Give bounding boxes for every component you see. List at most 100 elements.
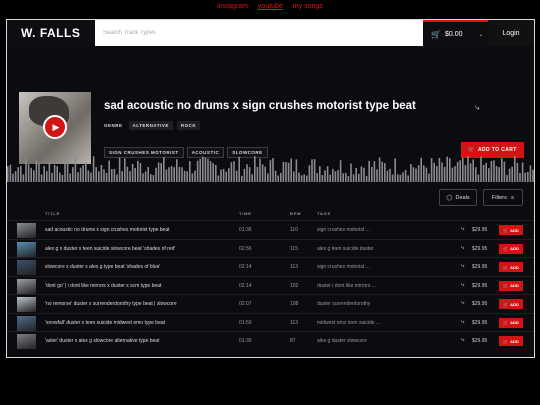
table-row[interactable]: 'aster' duster x alex g slowcore alterna… [7,331,534,350]
cart-total: $0.00 [444,30,463,38]
share-icon[interactable]: ⤷ [475,103,479,113]
table-row[interactable]: 'snowfall' duster x teen suicide midwest… [7,312,534,332]
genre-tag[interactable]: ALTERNATIVE [128,121,173,130]
share-icon[interactable]: ⤷ [461,300,464,307]
featured-title: sad acoustic no drums x sign crushes mot… [104,100,416,112]
table-row[interactable]: sad acoustic no drums x sign crushes mot… [7,220,534,239]
add-label: ADD [510,227,519,233]
table-header: TITLE TIME BPM TAGS [7,210,534,220]
track-list: sad acoustic no drums x sign crushes mot… [7,220,534,350]
add-button[interactable]: 🛒 ADD [499,317,523,328]
col-bpm: BPM [290,211,302,216]
login-button[interactable]: Login [488,20,534,46]
cart-icon: 🛒 [503,264,509,270]
instagram-link[interactable]: instagram [217,3,248,10]
track-title[interactable]: alex g x duster x teen suicide slowcore … [45,246,235,252]
track-price: $29.95 [472,338,488,344]
store-frame: W. FALLS 🛒 $0.00 ⌄ Login ▶ sad acoustic … [6,19,535,358]
add-button[interactable]: 🛒 ADD [499,336,523,346]
deals-button[interactable]: ◯ Deals [439,189,477,206]
add-button[interactable]: 🛒 ADD [499,299,523,309]
table-row[interactable]: alex g x duster x teen suicide slowcore … [7,238,534,258]
add-button[interactable]: 🛒 ADD [499,225,523,235]
track-title[interactable]: 'no remorse' duster x surrenderdorothy t… [45,301,235,307]
track-tags[interactable]: alex g duster slowcore [317,338,387,344]
track-bpm: 113 [290,264,298,270]
genre-tag[interactable]: ROCK [176,121,201,130]
add-button[interactable]: 🛒 ADD [499,243,523,254]
track-bpm: 115 [290,245,298,252]
filters-label: Filters [491,194,507,201]
share-icon[interactable]: ⤷ [461,337,464,344]
filters-button[interactable]: Filters ≡ [483,189,523,206]
track-tags[interactable]: duster i dont like mirrors ... [317,283,387,289]
track-price: $29.95 [472,319,488,326]
track-thumbnail[interactable] [17,260,36,275]
cart-icon: 🛒 [503,283,509,288]
table-row[interactable]: 'dont go' | i dont like mirrors x duster… [7,275,534,295]
share-icon[interactable]: ⤷ [461,319,464,326]
track-title[interactable]: slowcore x duster x alex g type beat 'sh… [45,264,235,270]
toolbar: ◯ Deals Filters ≡ [7,179,534,209]
add-to-cart-label: ADD TO CART [477,147,517,153]
my-songs-link[interactable]: my songs [293,3,323,10]
track-thumbnail[interactable] [17,315,36,331]
track-thumbnail[interactable] [17,241,36,257]
track-title[interactable]: sad acoustic no drums x sign crushes mot… [45,227,235,233]
track-title[interactable]: 'aster' duster x alex g slowcore alterna… [45,338,235,344]
track-time: 01:59 [239,319,252,326]
track-tags[interactable]: midwest emo teen suicide ... [317,320,387,326]
track-bpm: 108 [290,301,299,307]
track-time: 02:14 [239,282,252,289]
share-icon[interactable]: ⤷ [461,282,464,289]
table-row[interactable]: 'no remorse' duster x surrenderdorothy t… [7,294,534,313]
add-button[interactable]: 🛒 ADD [499,280,523,291]
add-label: ADD [510,338,519,344]
track-thumbnail[interactable] [17,223,36,238]
play-icon[interactable]: ▶ [43,115,67,139]
track-time: 02:56 [239,245,252,252]
waveform[interactable] [7,154,534,182]
track-tags[interactable]: duster surrenderdorothy [317,301,387,307]
share-icon[interactable]: ⤷ [461,226,464,233]
youtube-link[interactable]: youtube [258,3,283,10]
track-thumbnail[interactable] [17,278,36,294]
track-thumbnail[interactable] [17,334,36,349]
logo[interactable]: W. FALLS [21,26,80,40]
track-title[interactable]: 'dont go' | i dont like mirrors x duster… [45,283,235,289]
share-icon[interactable]: ⤷ [461,263,464,270]
track-price: $29.95 [472,245,488,252]
add-button[interactable]: 🛒 ADD [499,262,523,272]
tag-icon: ◯ [446,194,453,201]
cart-icon: 🛒 [431,29,441,39]
cart-icon: 🛒 [503,338,509,344]
track-tags[interactable]: sign crushes motorist ... [317,227,387,233]
track-time: 01:36 [239,227,252,233]
track-price: $29.95 [472,264,488,270]
track-tags[interactable]: alex g teen suicide duster [317,246,387,252]
genre-row: GENRE ALTERNATIVE ROCK [104,121,201,130]
featured-track: ▶ sad acoustic no drums x sign crushes m… [7,46,534,182]
cart-icon: 🛒 [503,320,509,325]
cart-icon: 🛒 [503,246,509,251]
track-time: 02:07 [239,301,252,307]
track-thumbnail[interactable] [17,297,36,312]
add-label: ADD [510,301,519,307]
search-input[interactable] [95,20,423,46]
filter-icon: ≡ [510,194,515,201]
col-title: TITLE [45,211,61,216]
cart-button[interactable]: 🛒 $0.00 ⌄ [423,20,488,46]
track-title[interactable]: 'snowfall' duster x teen suicide midwest… [45,320,235,326]
col-time: TIME [239,211,252,216]
genre-label: GENRE [104,123,123,128]
track-time: 02:14 [239,264,252,270]
track-bpm: 113 [290,319,298,326]
track-bpm: 102 [290,282,299,289]
add-label: ADD [510,320,519,325]
share-icon[interactable]: ⤷ [461,245,464,252]
track-tags[interactable]: sign crushes motorist ... [317,264,387,270]
deals-label: Deals [455,194,470,201]
cart-icon: 🛒 [468,147,475,153]
chevron-down-icon: ⌄ [478,31,484,38]
table-row[interactable]: slowcore x duster x alex g type beat 'sh… [7,257,534,276]
